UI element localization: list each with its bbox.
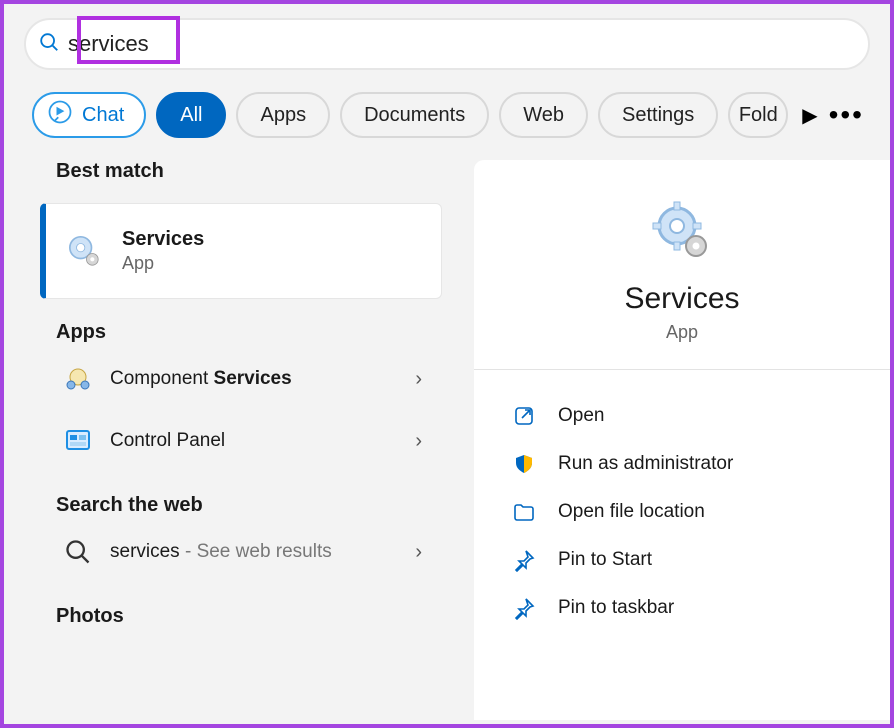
search-bar[interactable]	[24, 18, 870, 70]
action-pin-taskbar[interactable]: Pin to taskbar	[494, 584, 870, 632]
best-match-result[interactable]: Services App	[40, 203, 442, 299]
search-input[interactable]	[68, 31, 178, 57]
filter-documents[interactable]: Documents	[340, 92, 489, 138]
action-open[interactable]: Open	[494, 392, 870, 440]
pin-icon	[512, 548, 536, 572]
component-services-icon	[64, 365, 92, 393]
best-match-text: Services App	[122, 228, 204, 274]
chevron-right-icon: ›	[415, 541, 422, 564]
result-control-panel-label: Control Panel	[110, 430, 397, 452]
folder-icon	[512, 500, 536, 524]
result-search-web-label: services - See web results	[110, 541, 397, 563]
filter-scroll-arrow-icon[interactable]: ▶	[802, 103, 817, 128]
result-component-services[interactable]: Component Services ›	[40, 352, 442, 406]
best-match-subtitle: App	[122, 253, 204, 274]
action-open-location-label: Open file location	[558, 501, 705, 523]
action-pin-taskbar-label: Pin to taskbar	[558, 597, 674, 619]
result-control-panel[interactable]: Control Panel ›	[40, 414, 442, 468]
detail-gear-icon	[650, 200, 714, 264]
section-best-match: Best match	[56, 160, 456, 183]
search-window: Chat All Apps Documents Web Settings Fol…	[0, 0, 894, 728]
action-pin-start[interactable]: Pin to Start	[494, 536, 870, 584]
filter-all[interactable]: All	[156, 92, 226, 138]
action-open-label: Open	[558, 405, 604, 427]
content-area: Best match Services App Apps Component S…	[4, 160, 890, 720]
shield-icon	[512, 452, 536, 476]
result-search-web[interactable]: services - See web results ›	[40, 525, 442, 579]
detail-subtitle: App	[494, 322, 870, 343]
bing-chat-icon	[46, 98, 74, 132]
action-pin-start-label: Pin to Start	[558, 549, 652, 571]
pin-icon	[512, 596, 536, 620]
chevron-right-icon: ›	[415, 430, 422, 453]
filter-row: Chat All Apps Documents Web Settings Fol…	[32, 92, 870, 138]
detail-pane: Services App Open Run as administrator O…	[474, 160, 890, 720]
action-run-admin-label: Run as administrator	[558, 453, 733, 475]
filter-apps[interactable]: Apps	[236, 92, 330, 138]
chevron-right-icon: ›	[415, 368, 422, 391]
action-open-location[interactable]: Open file location	[494, 488, 870, 536]
filter-chat[interactable]: Chat	[32, 92, 146, 138]
filter-web[interactable]: Web	[499, 92, 588, 138]
action-run-admin[interactable]: Run as administrator	[494, 440, 870, 488]
services-gear-icon	[64, 231, 104, 271]
detail-title: Services	[494, 282, 870, 316]
search-icon	[38, 31, 60, 58]
filter-chat-label: Chat	[82, 104, 124, 127]
results-column: Best match Services App Apps Component S…	[4, 160, 466, 720]
result-component-services-label: Component Services	[110, 368, 397, 390]
detail-header: Services App	[494, 200, 870, 343]
filter-folders[interactable]: Fold	[728, 92, 788, 138]
section-photos: Photos	[56, 605, 456, 628]
divider	[474, 369, 890, 370]
search-icon	[64, 538, 92, 566]
section-apps: Apps	[56, 321, 456, 344]
section-search-web: Search the web	[56, 494, 456, 517]
control-panel-icon	[64, 427, 92, 455]
filter-more-icon[interactable]: •••	[829, 99, 870, 131]
best-match-title: Services	[122, 228, 204, 251]
open-icon	[512, 404, 536, 428]
filter-settings[interactable]: Settings	[598, 92, 718, 138]
